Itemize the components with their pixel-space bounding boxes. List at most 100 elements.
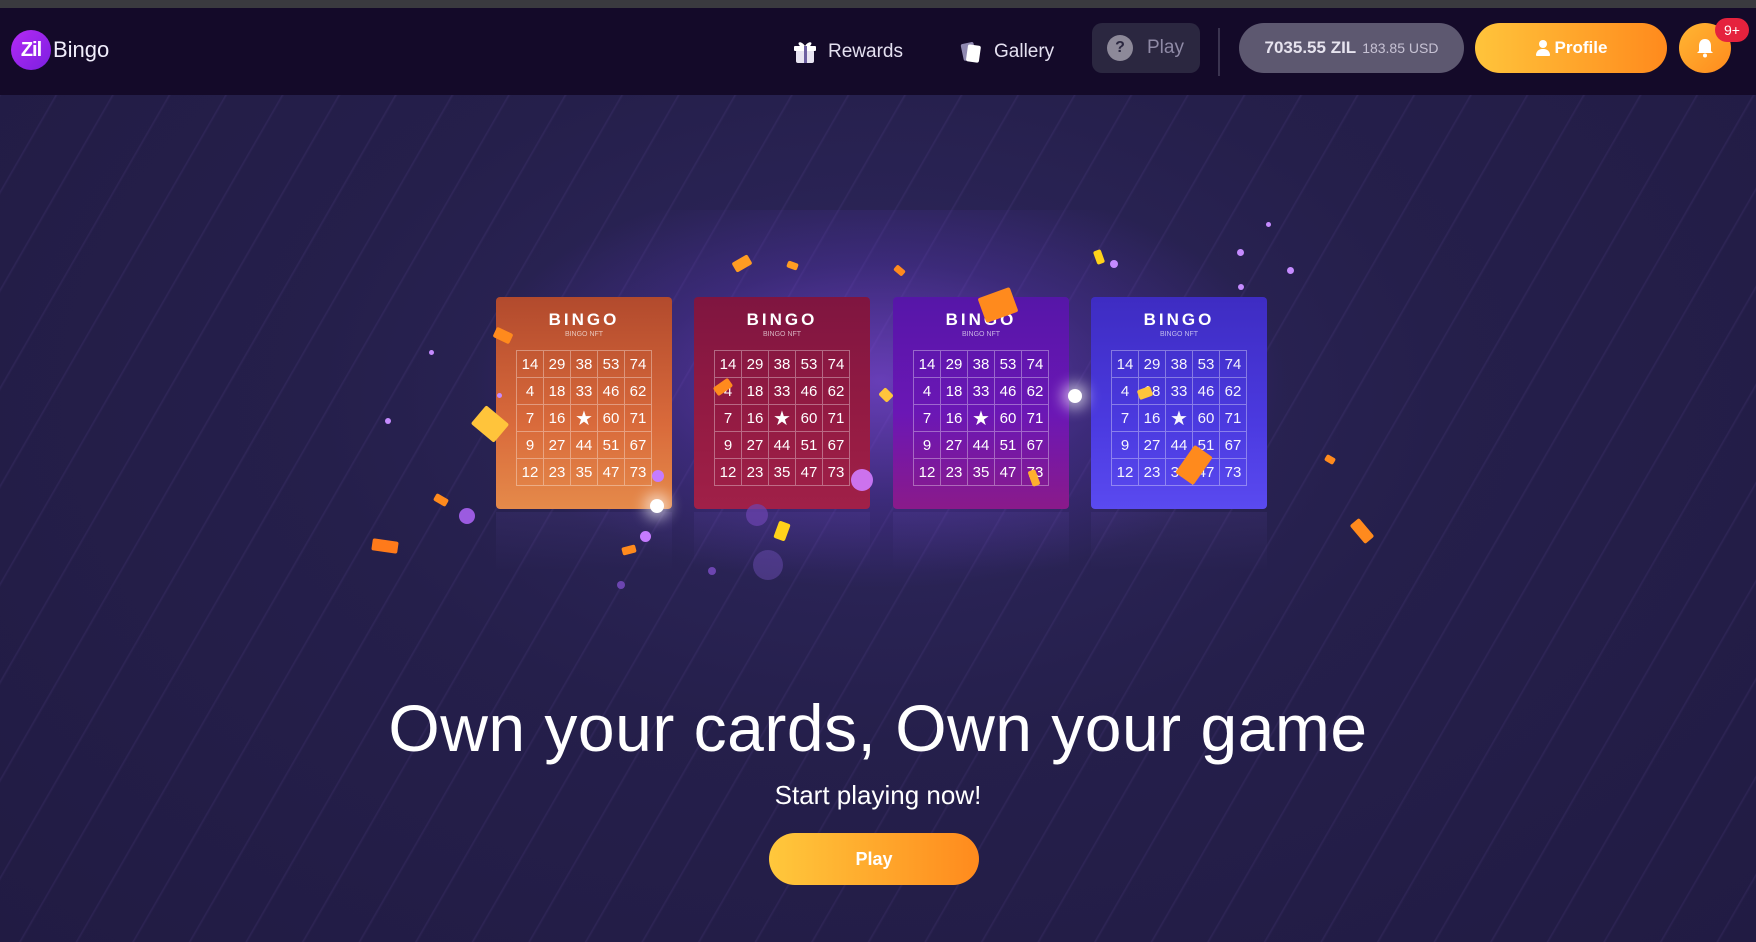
card-number: 27: [941, 432, 968, 459]
card-number: 18: [941, 378, 968, 405]
card-number: 9: [914, 432, 941, 459]
bingo-card: BINGOBINGO NFT1429385374418334662716★607…: [694, 297, 870, 509]
particle: [746, 504, 768, 526]
card-number: 14: [914, 351, 941, 378]
card-number: 44: [968, 432, 995, 459]
nav-gallery[interactable]: Gallery: [958, 34, 1054, 70]
card-number: 38: [968, 351, 995, 378]
bingo-card: BINGOBINGO NFT1429385374418334662716★607…: [496, 297, 672, 509]
card-number: 46: [1193, 378, 1220, 405]
card-number: 67: [625, 432, 652, 459]
card-number: 27: [544, 432, 571, 459]
card-number: 62: [823, 378, 850, 405]
profile-label: Profile: [1554, 38, 1608, 57]
card-number-grid: 1429385374 418334662 716★6071 927445167 1223…: [516, 350, 652, 486]
nav-play-label: Play: [1147, 37, 1184, 58]
card-number: 14: [517, 351, 544, 378]
nav-rewards-label: Rewards: [828, 41, 903, 62]
card-number: 67: [1022, 432, 1049, 459]
card-title: BINGO: [746, 310, 818, 329]
card-number: 29: [941, 351, 968, 378]
particle: [708, 567, 716, 575]
balance-usd: 183.85 USD: [1362, 40, 1439, 56]
card-number: 38: [769, 351, 796, 378]
card-number: 16: [1139, 405, 1166, 432]
card-reflection: [893, 512, 1069, 570]
card-title: BINGO: [945, 310, 1017, 329]
particle: [1237, 249, 1244, 256]
card-number: 12: [1112, 459, 1139, 486]
card-number: 27: [1139, 432, 1166, 459]
card-number: 23: [742, 459, 769, 486]
card-number: 53: [1193, 351, 1220, 378]
hero-headline: Own your cards, Own your game: [388, 691, 1368, 765]
card-subtitle: BINGO NFT: [961, 331, 1001, 338]
card-number: 51: [995, 432, 1022, 459]
sparkle: [1068, 389, 1082, 403]
rewards-icon: [792, 39, 818, 65]
card-number: 7: [715, 405, 742, 432]
card-number: 74: [823, 351, 850, 378]
play-help-icon: ?: [1107, 35, 1133, 61]
card-number: 9: [1112, 432, 1139, 459]
particle: [640, 531, 651, 542]
nav-rewards[interactable]: Rewards: [792, 34, 903, 70]
card-number: 74: [1022, 351, 1049, 378]
confetti: [432, 493, 450, 507]
card-number: 46: [598, 378, 625, 405]
sparkle: [650, 499, 664, 513]
card-number: 29: [1139, 351, 1166, 378]
balance-zil: 7035.55 ZIL: [1264, 38, 1357, 57]
card-number: 14: [715, 351, 742, 378]
card-number: 7: [517, 405, 544, 432]
nav-play-button[interactable]: ? Play: [1092, 23, 1200, 73]
card-number: 60: [796, 405, 823, 432]
wallet-balance[interactable]: 7035.55 ZIL 183.85 USD: [1239, 23, 1464, 73]
card-number: 23: [941, 459, 968, 486]
card-number: 73: [625, 459, 652, 486]
card-number: 35: [571, 459, 598, 486]
card-number: 38: [1166, 351, 1193, 378]
card-number: 35: [769, 459, 796, 486]
confetti: [1349, 517, 1375, 545]
particle: [1110, 260, 1118, 268]
card-number: 29: [544, 351, 571, 378]
top-navbar: Zil Bingo Rewards Gallery ? Play 7035.55…: [0, 8, 1756, 95]
card-number: 71: [823, 405, 850, 432]
free-star-icon: ★: [571, 405, 598, 432]
card-number: 16: [544, 405, 571, 432]
profile-button[interactable]: Profile: [1475, 23, 1667, 73]
card-number: 62: [1022, 378, 1049, 405]
card-number: 33: [1166, 378, 1193, 405]
card-number: 71: [1022, 405, 1049, 432]
particle: [1266, 222, 1271, 227]
confetti: [1323, 453, 1337, 466]
card-number: 33: [968, 378, 995, 405]
hero-play-button[interactable]: Play: [769, 833, 979, 885]
card-number: 4: [914, 378, 941, 405]
card-number: 9: [517, 432, 544, 459]
nav-gallery-label: Gallery: [994, 41, 1055, 62]
card-number-grid: 1429385374 418334662 716★6071 927445167 1223…: [913, 350, 1049, 486]
hero-subline: Start playing now!: [774, 780, 982, 810]
card-number: 14: [1112, 351, 1139, 378]
card-number: 7: [914, 405, 941, 432]
logo-word: Bingo: [53, 37, 110, 62]
card-number: 73: [1220, 459, 1247, 486]
card-number: 67: [823, 432, 850, 459]
card-number: 71: [1220, 405, 1247, 432]
particle: [459, 508, 475, 524]
card-number: 74: [1220, 351, 1247, 378]
card-subtitle: BINGO NFT: [762, 331, 802, 338]
card-number: 60: [995, 405, 1022, 432]
particle: [753, 550, 783, 580]
bingo-card: BINGOBINGO NFT1429385374418334662716★607…: [893, 297, 1069, 509]
card-number: 16: [941, 405, 968, 432]
card-number: 12: [715, 459, 742, 486]
card-title: BINGO: [1143, 310, 1215, 329]
particle: [1287, 267, 1294, 274]
bell-icon: [1697, 39, 1713, 58]
card-number: 33: [769, 378, 796, 405]
card-title: BINGO: [548, 310, 620, 329]
logo[interactable]: Zil Bingo: [11, 30, 109, 70]
